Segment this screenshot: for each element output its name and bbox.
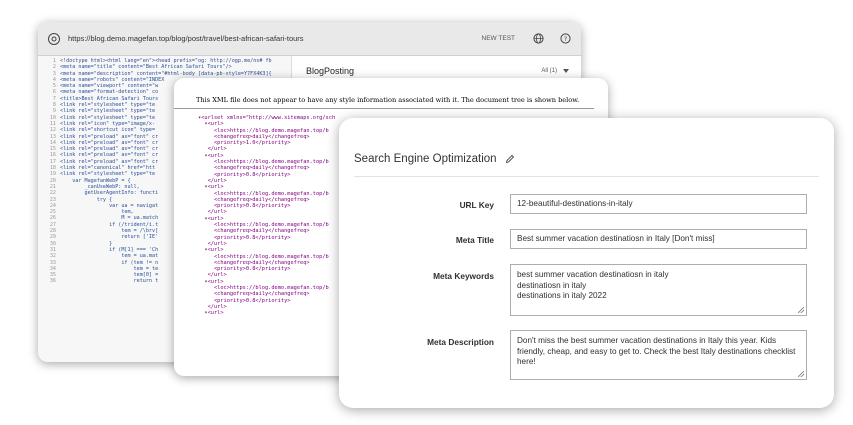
- new-test-button[interactable]: NEW TEST: [482, 35, 515, 42]
- meta-title-label: Meta Title: [455, 235, 494, 245]
- url-key-input[interactable]: 12-beautiful-destinations-in-italy: [510, 194, 807, 214]
- help-icon[interactable]: ?: [560, 33, 571, 44]
- seo-panel: Search Engine Optimization URL Key 12-be…: [339, 118, 834, 408]
- browser-address-bar: https://blog.demo.magefan.top/blog/post/…: [38, 22, 581, 56]
- keyword-line: destinations in italy 2022: [517, 291, 607, 300]
- seo-title: Search Engine Optimization: [354, 153, 497, 165]
- keyword-line: best summer vacation destinatiosn in ita…: [517, 270, 669, 279]
- schema-select[interactable]: All (1): [541, 68, 569, 74]
- globe-nav-icon[interactable]: [48, 32, 60, 45]
- schema-type-title: BlogPosting: [306, 66, 355, 76]
- meta-description-text: Don't miss the best summer vacation dest…: [517, 336, 796, 366]
- line-number: 36: [49, 278, 56, 285]
- meta-title-input[interactable]: Best summer vacation destinatiosn in Ita…: [510, 229, 807, 249]
- globe-icon[interactable]: [533, 33, 544, 44]
- resize-handle-icon[interactable]: [798, 371, 804, 377]
- xml-info-note: This XML file does not appear to have an…: [174, 78, 594, 109]
- svg-text:?: ?: [564, 35, 567, 43]
- meta-description-label: Meta Description: [427, 337, 494, 347]
- schema-select-value: All (1): [541, 68, 557, 74]
- meta-keywords-label: Meta Keywords: [433, 271, 494, 281]
- seo-header: Search Engine Optimization: [354, 153, 515, 165]
- meta-keywords-textarea[interactable]: best summer vacation destinatiosn in ita…: [510, 264, 807, 316]
- pencil-icon[interactable]: [505, 154, 515, 164]
- url-key-label: URL Key: [459, 200, 494, 210]
- seo-divider: [354, 176, 819, 177]
- code-text: return t: [60, 278, 159, 285]
- meta-description-textarea[interactable]: Don't miss the best summer vacation dest…: [510, 330, 807, 380]
- keyword-line: destinatiosn in italy: [517, 280, 587, 290]
- resize-handle-icon[interactable]: [798, 307, 804, 313]
- url-text[interactable]: https://blog.demo.magefan.top/blog/post/…: [68, 34, 474, 43]
- chevron-down-icon: [563, 69, 569, 73]
